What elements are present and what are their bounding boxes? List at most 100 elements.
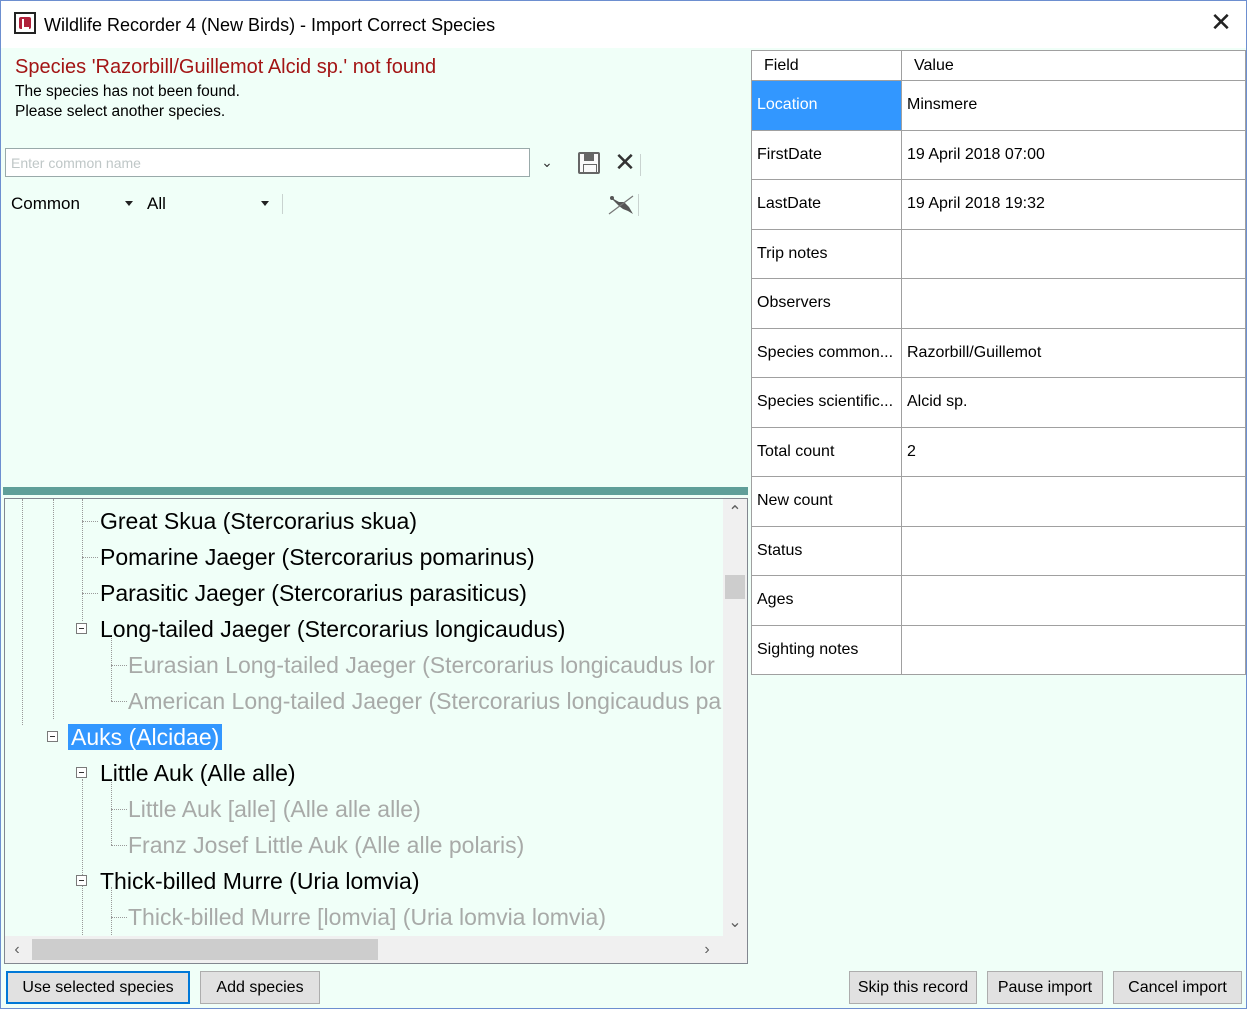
grid-cell-value: 19 April 2018 19:32 — [902, 180, 1246, 229]
tree-connector — [53, 499, 54, 719]
name-type-value: Common — [11, 194, 80, 213]
error-title: Species 'Razorbill/Guillemot Alcid sp.' … — [15, 56, 437, 78]
tree-horizontal-scrollbar[interactable]: ‹ › — [5, 936, 747, 963]
grid-row-sighting-notes[interactable]: Sighting notes — [752, 625, 1246, 675]
grid-cell-field: Species scientific... — [752, 378, 902, 427]
tree-item-pomarine-jaeger[interactable]: Pomarine Jaeger (Stercorarius pomarinus) — [100, 540, 535, 574]
window-title: Wildlife Recorder 4 (New Birds) - Import… — [44, 15, 496, 35]
grid-header-value: Value — [902, 51, 1246, 80]
grid-row-location[interactable]: Location Minsmere — [752, 81, 1246, 131]
error-line-2: Please select another species. — [15, 103, 226, 120]
grid-row-first-date[interactable]: FirstDate 19 April 2018 07:00 — [752, 130, 1246, 180]
grid-cell-field: Ages — [752, 576, 902, 625]
grid-cell-value — [902, 526, 1246, 575]
grid-cell-field: Sighting notes — [752, 625, 902, 674]
grid-row-observers[interactable]: Observers — [752, 279, 1246, 329]
title-bar[interactable]: Wildlife Recorder 4 (New Birds) - Import… — [1, 1, 1246, 48]
save-icon[interactable] — [578, 152, 600, 174]
collapse-toggle-icon[interactable] — [76, 767, 87, 778]
tree-connector — [82, 521, 98, 522]
grid-row-last-date[interactable]: LastDate 19 April 2018 19:32 — [752, 180, 1246, 230]
common-name-search-input[interactable] — [5, 148, 530, 177]
scroll-down-icon[interactable]: ⌄ — [723, 911, 747, 935]
grid-cell-field: Trip notes — [752, 229, 902, 278]
caret-down-icon — [261, 201, 269, 206]
pause-import-button[interactable]: Pause import — [987, 971, 1103, 1004]
grid-cell-value: 2 — [902, 427, 1246, 476]
collapse-toggle-icon[interactable] — [47, 731, 58, 742]
toolbar-separator — [640, 154, 641, 176]
tree-vertical-scrollbar[interactable]: ⌃ ⌄ — [723, 499, 747, 936]
grid-cell-value: Alcid sp. — [902, 378, 1246, 427]
species-tree[interactable]: Great Skua (Stercorarius skua) Pomarine … — [4, 498, 748, 964]
app-icon[interactable] — [14, 12, 36, 34]
collapse-toggle-icon[interactable] — [76, 875, 87, 886]
tree-item-franz-josef-little-auk[interactable]: Franz Josef Little Auk (Alle alle polari… — [128, 828, 524, 862]
tree-item-thick-billed-murre-lomvia[interactable]: Thick-billed Murre [lomvia] (Uria lomvia… — [128, 900, 606, 934]
grid-cell-value — [902, 229, 1246, 278]
grid-cell-field: Observers — [752, 279, 902, 328]
collapse-toggle-icon[interactable] — [76, 623, 87, 634]
tree-item-thick-billed-murre[interactable]: Thick-billed Murre (Uria lomvia) — [100, 864, 420, 898]
tree-item-parasitic-jaeger[interactable]: Parasitic Jaeger (Stercorarius parasitic… — [100, 576, 527, 610]
grid-cell-field: LastDate — [752, 180, 902, 229]
scroll-up-icon[interactable]: ⌃ — [723, 501, 747, 525]
group-select[interactable]: All — [141, 189, 275, 219]
tree-connector — [82, 779, 83, 937]
name-type-select[interactable]: Common — [5, 189, 137, 219]
scroll-right-icon[interactable]: › — [695, 936, 719, 963]
grid-cell-field: FirstDate — [752, 130, 902, 179]
tree-item-american-long-tailed-jaeger[interactable]: American Long-tailed Jaeger (Stercorariu… — [128, 684, 721, 718]
grid-cell-value — [902, 576, 1246, 625]
grid-cell-value — [902, 279, 1246, 328]
tree-item-great-skua[interactable]: Great Skua (Stercorarius skua) — [100, 504, 417, 538]
grid-cell-field: Location — [752, 81, 902, 130]
grid-cell-field: Status — [752, 526, 902, 575]
tree-connector — [111, 917, 127, 918]
tree-connector — [111, 845, 127, 846]
horizontal-scroll-thumb[interactable] — [32, 939, 378, 960]
cancel-import-button[interactable]: Cancel import — [1113, 971, 1242, 1004]
chevron-down-icon[interactable]: ⌄ — [539, 151, 555, 173]
skip-record-button[interactable]: Skip this record — [849, 971, 977, 1004]
toolbar-separator — [282, 194, 283, 214]
tree-item-auks[interactable]: Auks (Alcidae) — [68, 720, 223, 754]
grid-cell-value: Minsmere — [902, 81, 1246, 130]
add-species-button[interactable]: Add species — [200, 971, 320, 1004]
tree-item-little-auk[interactable]: Little Auk (Alle alle) — [100, 756, 296, 790]
clear-icon[interactable]: ✕ — [612, 149, 638, 177]
tree-item-eurasian-long-tailed-jaeger[interactable]: Eurasian Long-tailed Jaeger (Stercorariu… — [128, 648, 715, 682]
panel-splitter[interactable] — [3, 487, 748, 495]
bird-filter-icon[interactable] — [607, 194, 635, 216]
grid-row-new-count[interactable]: New count — [752, 477, 1246, 527]
tree-connector — [111, 701, 127, 702]
grid-header-row: Field Value — [752, 51, 1246, 81]
grid-cell-field: New count — [752, 477, 902, 526]
grid-cell-value — [902, 477, 1246, 526]
grid-cell-field: Species common... — [752, 328, 902, 377]
record-fields-grid[interactable]: Field Value Location Minsmere FirstDate … — [751, 50, 1246, 675]
tree-item-little-auk-alle[interactable]: Little Auk [alle] (Alle alle alle) — [128, 792, 421, 826]
close-icon[interactable]: ✕ — [1208, 10, 1234, 36]
grid-row-total-count[interactable]: Total count 2 — [752, 427, 1246, 477]
tree-connector — [111, 809, 127, 810]
scroll-left-icon[interactable]: ‹ — [5, 936, 29, 963]
grid-cell-value — [902, 625, 1246, 674]
group-value: All — [147, 194, 166, 213]
use-selected-species-button[interactable]: Use selected species — [6, 971, 190, 1004]
vertical-scroll-thumb[interactable] — [725, 575, 745, 599]
grid-cell-value: 19 April 2018 07:00 — [902, 130, 1246, 179]
tree-connector — [22, 499, 23, 725]
grid-row-species-scientific[interactable]: Species scientific... Alcid sp. — [752, 378, 1246, 428]
toolbar-separator — [638, 194, 639, 216]
grid-row-ages[interactable]: Ages — [752, 576, 1246, 626]
import-correct-species-window: Wildlife Recorder 4 (New Birds) - Import… — [0, 0, 1247, 1009]
error-line-1: The species has not been found. — [15, 83, 240, 100]
tree-item-long-tailed-jaeger[interactable]: Long-tailed Jaeger (Stercorarius longica… — [100, 612, 565, 646]
grid-row-status[interactable]: Status — [752, 526, 1246, 576]
grid-header-field: Field — [752, 51, 902, 80]
grid-cell-value: Razorbill/Guillemot — [902, 328, 1246, 377]
grid-row-species-common[interactable]: Species common... Razorbill/Guillemot — [752, 328, 1246, 378]
tree-connector — [111, 665, 127, 666]
grid-row-trip-notes[interactable]: Trip notes — [752, 229, 1246, 279]
